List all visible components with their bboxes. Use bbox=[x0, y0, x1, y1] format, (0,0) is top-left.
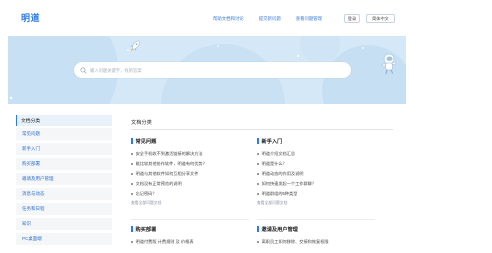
nav-issue-management[interactable]: 查看问题管理 bbox=[296, 16, 322, 22]
category-faq: 常见问题 安全手机收不到激活链接的解决方法 能比较其他协作软件，明道有何优势？ … bbox=[131, 137, 249, 227]
sidebar-item-user-management[interactable]: 邀请及用户管理 bbox=[16, 173, 112, 185]
sidebar-item-pc-desktop[interactable]: PC桌面端 bbox=[16, 233, 112, 245]
bullet bbox=[131, 153, 133, 155]
doc-link[interactable]: 能比较其他协作软件，明道有何优势？ bbox=[131, 161, 207, 167]
logo[interactable]: 明道 bbox=[21, 11, 40, 24]
category-marker bbox=[257, 226, 259, 232]
sidebar-item-getting-started[interactable]: 新手入门 bbox=[16, 143, 112, 155]
nav-submit-issue[interactable]: 提交新问题 bbox=[259, 16, 281, 22]
doc-link-text[interactable]: 明道付费版 计费规则 及 价格表 bbox=[136, 239, 194, 245]
doc-link-text[interactable]: 明道介绍文档汇总 bbox=[262, 151, 296, 157]
doc-link-text[interactable]: 能比较其他协作软件，明道有何优势？ bbox=[136, 161, 207, 167]
doc-link[interactable]: 明道是什么？ bbox=[257, 161, 287, 167]
search-icon bbox=[80, 66, 87, 74]
bullet bbox=[131, 163, 133, 165]
category-title[interactable]: 邀请及用户管理 bbox=[262, 226, 298, 233]
doc-link[interactable]: 明道介绍文档汇总 bbox=[257, 151, 295, 157]
sidebar-item-purchase[interactable]: 购买部署 bbox=[16, 158, 112, 170]
top-nav: 帮助文档和讨论 提交新问题 查看问题管理 bbox=[213, 16, 322, 22]
doc-link-text[interactable]: 明道群组的5种类型 bbox=[262, 191, 298, 197]
bullet bbox=[257, 163, 259, 165]
bullet bbox=[257, 193, 259, 195]
doc-link-text[interactable]: 忘记密码？ bbox=[136, 191, 157, 197]
sidebar-item-tasks[interactable]: 任务和日程 bbox=[16, 203, 112, 215]
category-marker bbox=[131, 226, 133, 232]
bullet bbox=[131, 183, 133, 185]
category-header: 新手入门 bbox=[257, 137, 375, 145]
bullet bbox=[131, 193, 133, 195]
doc-link[interactable]: 明道群组的5种类型 bbox=[257, 191, 297, 197]
bullet bbox=[131, 241, 133, 243]
doc-link[interactable]: 安全手机收不到激活链接的解决方法 bbox=[131, 151, 203, 157]
sidebar-item-faq[interactable]: 常见问题 bbox=[16, 128, 112, 140]
doc-link[interactable]: 忘记密码？ bbox=[131, 191, 157, 197]
category-marker bbox=[257, 138, 259, 144]
doc-link-text[interactable]: 如何快速发起一个工作群聊？ bbox=[262, 181, 316, 187]
category-purchase: 购买部署 明道付费版 计费规则 及 价格表 bbox=[131, 225, 249, 253]
view-all-link[interactable]: 查看全部问题文档 bbox=[131, 201, 161, 206]
doc-link-text[interactable]: 离职员工如何移除、交接和恢复权限 bbox=[262, 239, 329, 245]
category-getting-started: 新手入门 明道介绍文档汇总 明道是什么？ 明道动态的作用及说明 如何快速发起一个… bbox=[257, 137, 375, 227]
view-all-link[interactable]: 查看全部问题文档 bbox=[257, 201, 287, 206]
content-title: 文档分类 bbox=[131, 120, 152, 126]
bullet bbox=[131, 173, 133, 175]
content-divider bbox=[131, 129, 393, 130]
bullet bbox=[257, 153, 259, 155]
doc-link-text[interactable]: 文档没有正常预览的说明 bbox=[136, 181, 182, 187]
doc-link[interactable]: 如何快速发起一个工作群聊？ bbox=[257, 181, 316, 187]
doc-link[interactable]: 文档没有正常预览的说明 bbox=[131, 181, 182, 187]
doc-link[interactable]: 明道付费版 计费规则 及 价格表 bbox=[131, 239, 194, 245]
doc-link-text[interactable]: 明道动态的作用及说明 bbox=[262, 171, 304, 177]
search-box[interactable] bbox=[74, 62, 351, 78]
doc-link-text[interactable]: 安全手机收不到激活链接的解决方法 bbox=[136, 151, 203, 157]
doc-link-text[interactable]: 明道是什么？ bbox=[262, 161, 287, 167]
login-button[interactable]: 登录 bbox=[344, 14, 360, 23]
nav-help-docs[interactable]: 帮助文档和讨论 bbox=[213, 16, 244, 22]
rocket-icon bbox=[130, 40, 140, 52]
category-title[interactable]: 新手入门 bbox=[262, 138, 283, 145]
category-divider bbox=[257, 219, 375, 220]
sidebar-title: 文档分类 bbox=[16, 115, 112, 126]
sidebar-item-knowledge[interactable]: 知识 bbox=[16, 218, 112, 230]
sidebar-item-messages[interactable]: 消息与动态 bbox=[16, 188, 112, 200]
top-header: 明道 帮助文档和讨论 提交新问题 查看问题管理 登录 简体中文 bbox=[0, 0, 492, 36]
doc-link-text[interactable]: 明道与其他软件如何互相分享文件 bbox=[136, 171, 199, 177]
category-header: 购买部署 bbox=[131, 225, 249, 233]
category-header: 常见问题 bbox=[131, 137, 249, 145]
category-user-management: 邀请及用户管理 离职员工如何移除、交接和恢复权限 bbox=[257, 225, 375, 253]
bullet bbox=[257, 173, 259, 175]
category-divider bbox=[131, 219, 249, 220]
hero-banner bbox=[8, 36, 406, 104]
category-marker bbox=[131, 138, 133, 144]
doc-link[interactable]: 明道与其他软件如何互相分享文件 bbox=[131, 171, 198, 177]
doc-link[interactable]: 离职员工如何移除、交接和恢复权限 bbox=[257, 239, 329, 245]
language-select[interactable]: 简体中文 bbox=[366, 14, 395, 23]
bullet bbox=[257, 183, 259, 185]
doc-link[interactable]: 明道动态的作用及说明 bbox=[257, 171, 303, 177]
category-title[interactable]: 购买部署 bbox=[136, 226, 157, 233]
search-input[interactable] bbox=[90, 67, 340, 73]
category-header: 邀请及用户管理 bbox=[257, 225, 375, 233]
bullet bbox=[257, 241, 259, 243]
category-title[interactable]: 常见问题 bbox=[136, 138, 157, 145]
